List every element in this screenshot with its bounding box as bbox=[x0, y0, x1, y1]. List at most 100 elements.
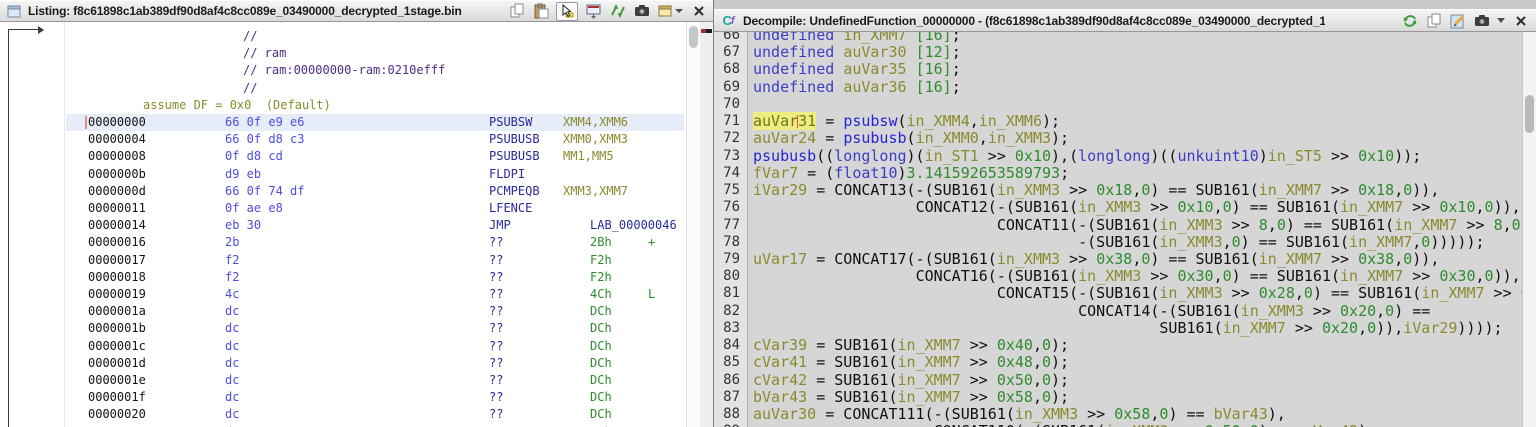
diff-view-icon[interactable] bbox=[609, 3, 626, 19]
line-number: 79 bbox=[714, 251, 740, 268]
listing-row[interactable]: 000000162b??2Bh+ bbox=[0, 234, 713, 251]
listing-row[interactable]: 000000194c??4ChL bbox=[0, 286, 713, 303]
address: 0000001d bbox=[88, 355, 146, 372]
listing-row[interactable]: 0000000466 0f d8 c3PSUBUSBXMM0,XMM3 bbox=[0, 131, 713, 148]
address: 0000000b bbox=[88, 166, 146, 183]
listing-comment-row[interactable]: // bbox=[0, 80, 713, 97]
decompile-line[interactable]: iVar29 = CONCAT13(-(SUB161(in_XMM3 >> 0x… bbox=[753, 182, 1439, 199]
decompile-line[interactable]: undefined auVar35 [16]; bbox=[753, 61, 961, 78]
address: 00000016 bbox=[88, 234, 146, 251]
listing-row[interactable]: 00000017f2??F2h bbox=[0, 252, 713, 269]
decompile-line[interactable]: CONCAT14(-(SUB161(in_XMM3 >> 0x20,0) == bbox=[753, 303, 1430, 320]
bytes: dc bbox=[225, 338, 239, 355]
decompile-line[interactable]: undefined auVar30 [12]; bbox=[753, 44, 961, 61]
mnemonic: ?? bbox=[489, 320, 503, 337]
listing-row[interactable]: 0000001bdc??DCh bbox=[0, 320, 713, 337]
operand: F2h bbox=[590, 269, 612, 286]
snapshot-camera-icon[interactable] bbox=[633, 3, 650, 19]
decompile-line[interactable]: CONCAT110(-(SUB161(in_XMM3 >> 0x50,0) ==… bbox=[753, 423, 1376, 427]
decompile-body: 6667686970717273747576777879808182838485… bbox=[714, 32, 1536, 427]
listing-comment-row[interactable]: // bbox=[0, 28, 713, 45]
listing-scrollbar-thumb[interactable] bbox=[689, 26, 698, 48]
listing-row[interactable]: 0000001cdc??DCh bbox=[0, 338, 713, 355]
listing-row[interactable]: 00000014eb 30JMPLAB_00000046 bbox=[0, 217, 713, 234]
paste-icon[interactable] bbox=[532, 3, 549, 19]
decompile-line[interactable]: cVar39 = SUB161(in_XMM7 >> 0x40,0); bbox=[753, 337, 1069, 354]
decompiler-icon: Cf bbox=[720, 13, 737, 29]
decompile-line[interactable]: auVar24 = psubusb(in_XMM0,in_XMM3); bbox=[753, 130, 1069, 147]
decompile-line[interactable]: uVar17 = CONCAT17(-(SUB161(in_XMM3 >> 0x… bbox=[753, 251, 1439, 268]
decompile-line[interactable]: fVar7 = (float10)3.141592653589793; bbox=[753, 165, 1069, 182]
plate-comment: // ram bbox=[243, 45, 286, 62]
line-number: 73 bbox=[714, 148, 740, 165]
close-panel-icon[interactable] bbox=[690, 3, 707, 19]
window-options-icon[interactable] bbox=[657, 3, 683, 19]
operand: MM1,MM5 bbox=[563, 148, 614, 165]
plate-comment: // bbox=[243, 80, 257, 97]
decompile-line[interactable]: undefined auVar36 [16]; bbox=[753, 79, 961, 96]
window-options-caret[interactable] bbox=[675, 9, 683, 13]
refresh-icon[interactable] bbox=[1401, 13, 1418, 29]
copy-icon[interactable] bbox=[508, 3, 525, 19]
listing-comment-row[interactable]: // ram bbox=[0, 45, 713, 62]
decompile-line[interactable]: SUB161(in_XMM7 >> 0x20,0)),iVar29)))); bbox=[753, 320, 1503, 337]
address: 00000020 bbox=[88, 406, 146, 423]
line-number: 89 bbox=[714, 423, 740, 427]
mnemonic: PSUBUSB bbox=[489, 148, 540, 165]
address: 00000021 bbox=[88, 424, 146, 427]
decompile-line[interactable]: cVar41 = SUB161(in_XMM7 >> 0x48,0); bbox=[753, 354, 1069, 371]
listing-scrollbar[interactable] bbox=[686, 22, 700, 427]
display-options-icon[interactable] bbox=[585, 3, 602, 19]
listing-row[interactable]: 00000021dc??DCh bbox=[0, 424, 713, 427]
listing-row[interactable]: 00000018f2??F2h bbox=[0, 269, 713, 286]
listing-marker-lane[interactable] bbox=[700, 22, 713, 427]
panel-menu-caret[interactable] bbox=[1497, 18, 1505, 23]
listing-row[interactable]: 0000000bd9 ebFLDPI bbox=[0, 166, 713, 183]
listing-row[interactable]: 00000008 0f d8 cd PSUBUSB MM1,MM5 bbox=[0, 148, 713, 165]
edit-icon[interactable] bbox=[1449, 13, 1466, 29]
decompile-line[interactable]: CONCAT12(-(SUB161(in_XMM3 >> 0x10,0) == … bbox=[753, 199, 1521, 216]
listing-row[interactable]: 000000110f ae e8LFENCE bbox=[0, 200, 713, 217]
line-number: 75 bbox=[714, 182, 740, 199]
decompile-scrollbar-thumb[interactable] bbox=[1525, 95, 1534, 133]
line-number: 78 bbox=[714, 234, 740, 251]
decompile-scrollbar[interactable] bbox=[1522, 32, 1536, 427]
listing-row[interactable]: 0000001adc??DCh bbox=[0, 303, 713, 320]
copy-icon[interactable] bbox=[1425, 13, 1442, 29]
listing-row[interactable]: 0000001fdc??DCh bbox=[0, 389, 713, 406]
decompile-line[interactable]: CONCAT11(-(SUB161(in_XMM3 >> 8,0) == SUB… bbox=[753, 217, 1536, 234]
close-panel-icon[interactable] bbox=[1512, 13, 1529, 29]
operand: DCh bbox=[590, 303, 612, 320]
listing-comment-row[interactable]: // ram:00000000-ram:0210efff bbox=[0, 62, 713, 79]
decompile-line[interactable]: -(SUB161(in_XMM3,0) == SUB161(in_XMM7,0)… bbox=[753, 234, 1485, 251]
decompile-line[interactable]: cVar42 = SUB161(in_XMM7 >> 0x50,0); bbox=[753, 372, 1069, 389]
listing-row[interactable]: 0000001edc??DCh bbox=[0, 372, 713, 389]
address: 0000001a bbox=[88, 303, 146, 320]
listing-row[interactable]: 0000000d66 0f 74 dfPCMPEQBXMM3,XMM7 bbox=[0, 183, 713, 200]
address: 00000008 bbox=[88, 148, 146, 165]
decompile-header[interactable]: Cf Decompile: UndefinedFunction_00000000… bbox=[714, 9, 1536, 32]
bytes: f2 bbox=[225, 269, 239, 286]
listing-row[interactable]: 0000000066 0f e9 e6PSUBSWXMM4,XMM6 bbox=[0, 114, 713, 131]
operand: 2Bh bbox=[590, 234, 612, 251]
decompile-line[interactable]: psubusb((longlong)(in_ST1 >> 0x10),(long… bbox=[753, 148, 1421, 165]
address: 00000017 bbox=[88, 252, 146, 269]
cursor-location-marker[interactable] bbox=[701, 29, 712, 33]
mnemonic: ?? bbox=[489, 234, 503, 251]
bytes: 0f d8 cd bbox=[225, 148, 283, 165]
listing-row[interactable]: 00000020dc??DCh bbox=[0, 406, 713, 423]
line-number: 76 bbox=[714, 199, 740, 216]
cursor-tool-button[interactable] bbox=[556, 2, 578, 21]
listing-header[interactable]: Listing: f8c61898c1ab389df90d8af4c8cc089… bbox=[0, 0, 713, 22]
operand: XMM0,XMM3 bbox=[563, 131, 628, 148]
address: 00000004 bbox=[88, 131, 146, 148]
decompile-line[interactable]: CONCAT15(-(SUB161(in_XMM3 >> 0x28,0) == … bbox=[753, 285, 1536, 302]
decompile-line[interactable]: bVar43 = SUB161(in_XMM7 >> 0x58,0); bbox=[753, 389, 1069, 406]
decompile-line[interactable]: auVar30 = CONCAT111(-(SUB161(in_XMM3 >> … bbox=[753, 406, 1286, 423]
decompile-line[interactable]: auVar31 = psubsw(in_XMM4,in_XMM6); bbox=[753, 113, 1060, 130]
listing-assume-row[interactable]: assume DF = 0x0 (Default) bbox=[0, 97, 713, 114]
listing-cursor bbox=[85, 116, 87, 129]
decompile-line[interactable]: CONCAT16(-(SUB161(in_XMM3 >> 0x30,0) == … bbox=[753, 268, 1521, 285]
listing-row[interactable]: 0000001ddc??DCh bbox=[0, 355, 713, 372]
snapshot-camera-icon[interactable] bbox=[1473, 13, 1490, 29]
